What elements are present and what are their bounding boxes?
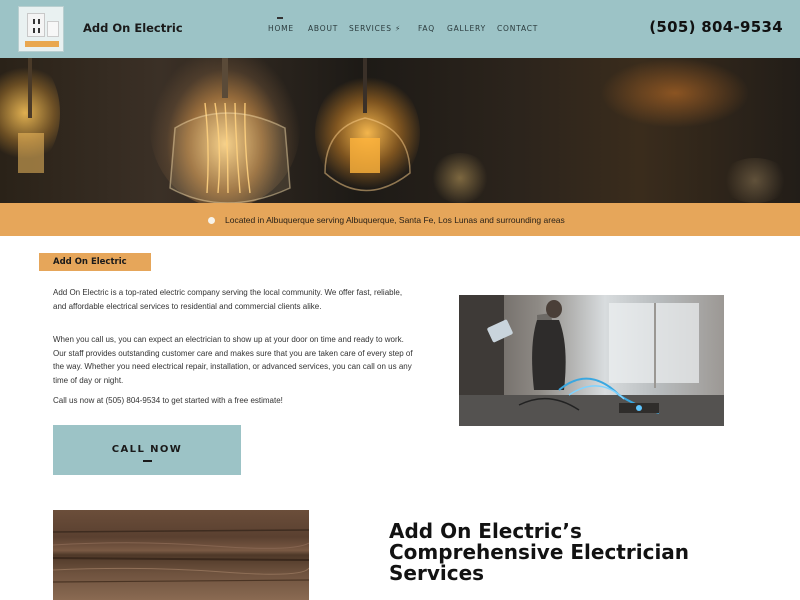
nav-faq[interactable]: FAQ xyxy=(418,24,435,33)
services-heading-line-1: Add On Electric’s xyxy=(389,519,582,543)
wood-texture-image xyxy=(53,510,309,600)
nav-contact[interactable]: CONTACT xyxy=(497,24,538,33)
nav-gallery[interactable]: GALLERY xyxy=(447,24,486,33)
logo-accent xyxy=(25,41,59,47)
location-banner: Located in Albuquerque serving Albuquerq… xyxy=(0,203,800,236)
header-phone[interactable]: (505) 804-9534 xyxy=(649,18,783,36)
intro-paragraph-3: Call us now at (505) 804-9534 to get sta… xyxy=(53,396,283,405)
nav-about[interactable]: ABOUT xyxy=(308,24,338,33)
section-tag: Add On Electric xyxy=(39,253,151,271)
call-now-label: CALL NOW xyxy=(111,444,183,455)
services-heading-line-3: Services xyxy=(389,561,485,585)
call-now-underline xyxy=(143,460,152,462)
brand-name[interactable]: Add On Electric xyxy=(83,21,183,35)
logo[interactable] xyxy=(18,6,64,52)
intro-paragraph-1: Add On Electric is a top-rated electric … xyxy=(53,288,403,311)
call-now-button[interactable]: CALL NOW xyxy=(53,425,241,475)
services-heading-line-2: Comprehensive Electrician xyxy=(389,540,690,564)
site-header: Add On Electric HOME ABOUT SERVICES ⚡ FA… xyxy=(0,0,800,58)
hero-image xyxy=(0,58,800,203)
location-pin-icon xyxy=(208,217,215,224)
section-tag-label: Add On Electric xyxy=(53,257,127,267)
outlet-icon xyxy=(27,13,45,37)
nav-services[interactable]: SERVICES ⚡ xyxy=(349,24,401,33)
nav-home[interactable]: HOME xyxy=(268,24,294,33)
intro-paragraph-2: When you call us, you can expect an elec… xyxy=(53,335,413,385)
electrician-photo xyxy=(459,295,724,426)
switch-icon xyxy=(47,21,59,37)
location-text: Located in Albuquerque serving Albuquerq… xyxy=(225,215,565,225)
bulb-filaments xyxy=(18,58,411,203)
active-nav-indicator xyxy=(277,17,283,19)
services-heading: Add On Electric’s Comprehensive Electric… xyxy=(389,521,689,584)
